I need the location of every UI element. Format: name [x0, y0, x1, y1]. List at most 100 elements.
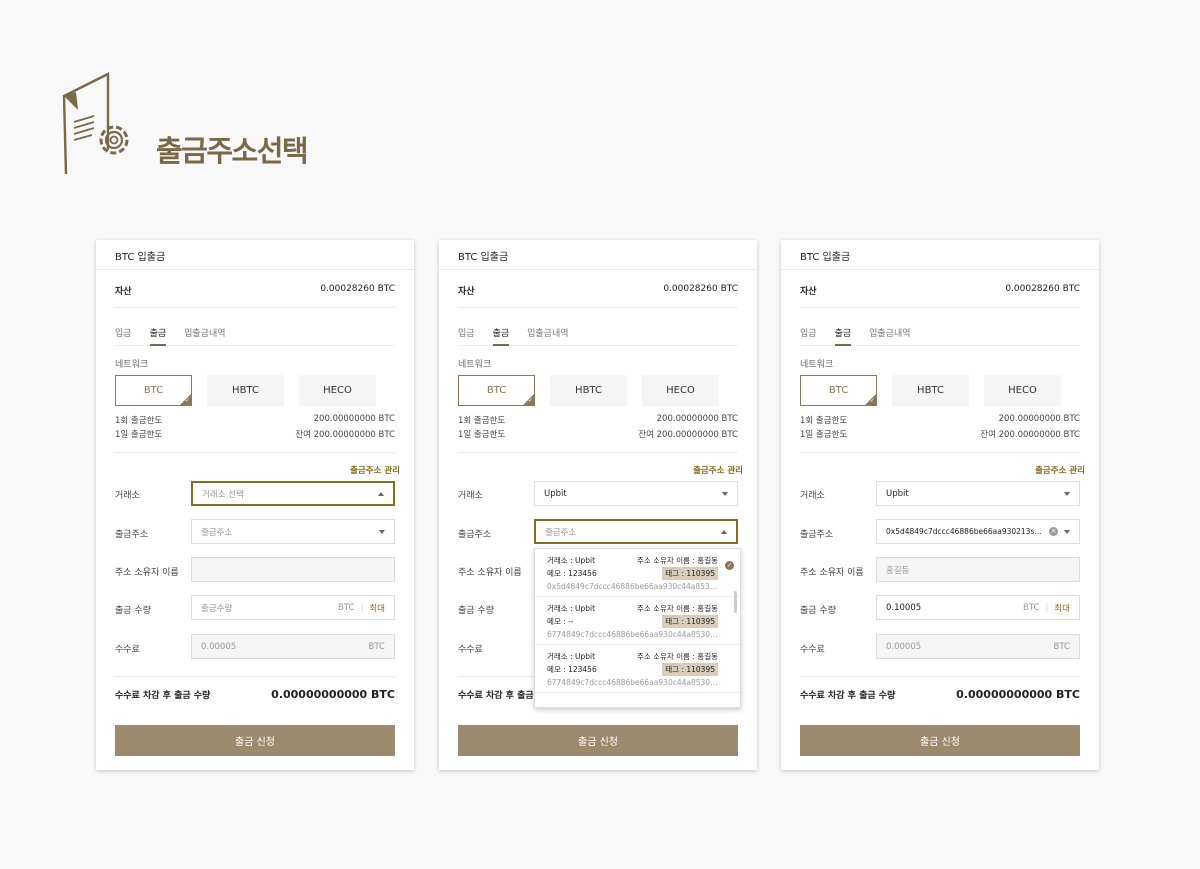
network-btc-button[interactable]: BTC ✓ — [800, 375, 877, 406]
limit-once-row: 1회 출금한도 200.00000000 BTC — [800, 414, 1080, 426]
caret-up-icon — [721, 529, 727, 534]
network-label: 네트워크 — [458, 360, 492, 370]
owner-label: 주소 소유자 이름 — [800, 568, 864, 578]
address-select[interactable]: 출금주소 — [191, 519, 395, 544]
network-hbtc-button[interactable]: HBTC — [550, 375, 627, 406]
address-text: 0x5d4849c7dccc46886be66aa930c44a853082..… — [547, 582, 718, 591]
page-title: 출금주소선택 — [156, 134, 309, 168]
caret-down-icon — [722, 491, 728, 496]
owner-field — [191, 557, 395, 582]
asset-value: 0.00028260 BTC — [1005, 284, 1080, 294]
exchange-select[interactable]: 거래소 선택 — [191, 481, 395, 506]
tab-withdraw[interactable]: 출금 — [834, 326, 852, 346]
address-management-link[interactable]: 출금주소 관리 — [693, 464, 743, 476]
network-heco-button[interactable]: HECO — [299, 375, 376, 406]
address-text: 6774849c7dccc46886be66aa930c44a8530782..… — [547, 630, 718, 639]
submit-withdraw-button[interactable]: 출금 신청 — [458, 725, 738, 756]
divider — [800, 452, 1080, 453]
network-heco-button[interactable]: HECO — [642, 375, 719, 406]
limit-once-row: 1회 출금한도 200.00000000 BTC — [458, 414, 738, 426]
tab-bar: 입금 출금 입출금내역 — [115, 326, 395, 346]
limit-day-row: 1일 출금한도 잔여 200.00000000 BTC — [458, 430, 738, 440]
asset-value: 0.00028260 BTC — [320, 284, 395, 294]
max-button[interactable]: 최대 — [369, 602, 385, 614]
withdraw-card-1: BTC 입출금 자산 0.00028260 BTC 입금 출금 입출금내역 네트… — [96, 240, 414, 770]
fee-field: 0.00005 BTC — [191, 634, 395, 659]
card-title: BTC 입출금 — [439, 240, 757, 270]
tab-withdraw[interactable]: 출금 — [149, 326, 167, 346]
exchange-select[interactable]: Upbit — [876, 481, 1080, 506]
address-label: 출금주소 — [458, 530, 492, 540]
tab-history[interactable]: 입출금내역 — [184, 326, 225, 346]
address-select[interactable]: 출금주소 — [534, 519, 738, 544]
exchange-label: 거래소 — [458, 491, 483, 501]
withdraw-card-3: BTC 입출금 자산 0.00028260 BTC 입금 출금 입출금내역 네트… — [781, 240, 1099, 770]
tab-deposit[interactable]: 입금 — [458, 326, 475, 346]
limit-once-row: 1회 출금한도 200.00000000 BTC — [115, 414, 395, 426]
network-hbtc-button[interactable]: HBTC — [892, 375, 969, 406]
divider — [458, 452, 738, 453]
amount-input[interactable]: 0.10005 BTC | 최대 — [876, 595, 1080, 620]
address-option[interactable]: 거래소 : Upbit 주소 소유자 이름 : 홍길동 메모 : -- 태그 :… — [535, 597, 740, 645]
amount-label: 출금 수량 — [800, 606, 836, 616]
address-label: 출금주소 — [800, 530, 834, 540]
address-management-link[interactable]: 출금주소 관리 — [1035, 464, 1085, 476]
card-title: BTC 입출금 — [781, 240, 1099, 270]
submit-withdraw-button[interactable]: 출금 신청 — [115, 725, 395, 756]
asset-row: 자산 0.00028260 BTC — [800, 284, 1080, 308]
address-dropdown: 거래소 : Upbit 주소 소유자 이름 : 홍길동 메모 : 123456 … — [534, 548, 741, 708]
tab-history[interactable]: 입출금내역 — [869, 326, 910, 346]
network-selector: BTC ✓ HBTC HECO — [115, 375, 376, 406]
clear-icon[interactable]: × — [1049, 527, 1058, 536]
document-settings-icon — [62, 72, 129, 175]
network-heco-button[interactable]: HECO — [984, 375, 1061, 406]
divider — [115, 452, 395, 453]
fee-label: 수수료 — [800, 645, 825, 655]
caret-down-icon — [379, 529, 385, 534]
divider — [115, 676, 395, 677]
caret-down-icon — [1064, 491, 1070, 496]
exchange-select[interactable]: Upbit — [534, 481, 738, 506]
total-row: 수수료 차감 후 출금 수량 0.00000000000 BTC — [800, 688, 1080, 701]
address-option[interactable]: 거래소 : Upbit 주소 소유자 이름 : 홍길동 메모 : 123456 … — [535, 549, 740, 597]
amount-input[interactable]: 출금수량 BTC | 최대 — [191, 595, 395, 620]
tag-badge: 태그 : 110395 — [662, 663, 718, 676]
check-icon: ✓ — [527, 397, 533, 404]
total-row: 수수료 차감 후 출금 수량 0.00000000000 BTC — [115, 688, 395, 701]
tab-withdraw[interactable]: 출금 — [492, 326, 510, 346]
address-select[interactable]: 0x5d4849c7dccc46886be66aa930213ssasd... … — [876, 519, 1080, 544]
submit-withdraw-button[interactable]: 출금 신청 — [800, 725, 1080, 756]
owner-label: 주소 소유자 이름 — [115, 568, 179, 578]
address-text: 6774849c7dccc46886be66aa930c44a8530782..… — [547, 678, 718, 687]
address-management-link[interactable]: 출금주소 관리 — [350, 464, 400, 476]
address-label: 출금주소 — [115, 530, 149, 540]
tab-history[interactable]: 입출금내역 — [527, 326, 568, 346]
asset-row: 자산 0.00028260 BTC — [115, 284, 395, 308]
exchange-label: 거래소 — [800, 491, 825, 501]
check-icon: ✓ — [184, 397, 190, 404]
network-btc-button[interactable]: BTC ✓ — [458, 375, 535, 406]
page-header: 출금주소선택 — [62, 70, 462, 180]
address-option[interactable]: 거래소 : Upbit 주소 소유자 이름 : 홍길동 메모 : 123456 … — [535, 645, 740, 693]
total-amount: 0.00000000000 BTC — [271, 688, 395, 701]
network-label: 네트워크 — [115, 360, 149, 370]
network-btc-button[interactable]: BTC ✓ — [115, 375, 192, 406]
asset-row: 자산 0.00028260 BTC — [458, 284, 738, 308]
tag-badge: 태그 : 110395 — [662, 615, 718, 628]
asset-value: 0.00028260 BTC — [663, 284, 738, 294]
tab-deposit[interactable]: 입금 — [115, 326, 132, 346]
limit-day-row: 1일 출금한도 잔여 200.00000000 BTC — [115, 430, 395, 440]
network-selector: BTC ✓ HBTC HECO — [458, 375, 719, 406]
check-icon: ✓ — [869, 397, 875, 404]
dropdown-scrollbar[interactable] — [734, 591, 737, 613]
tab-bar: 입금 출금 입출금내역 — [800, 326, 1080, 346]
check-circle-icon: ✓ — [725, 561, 734, 570]
card-title: BTC 입출금 — [96, 240, 414, 270]
caret-up-icon — [378, 491, 384, 496]
network-hbtc-button[interactable]: HBTC — [207, 375, 284, 406]
max-button[interactable]: 최대 — [1054, 602, 1070, 614]
withdraw-card-2: BTC 입출금 자산 0.00028260 BTC 입금 출금 입출금내역 네트… — [439, 240, 757, 770]
amount-label: 출금 수량 — [115, 606, 151, 616]
tab-deposit[interactable]: 입금 — [800, 326, 817, 346]
fee-label: 수수료 — [458, 645, 483, 655]
